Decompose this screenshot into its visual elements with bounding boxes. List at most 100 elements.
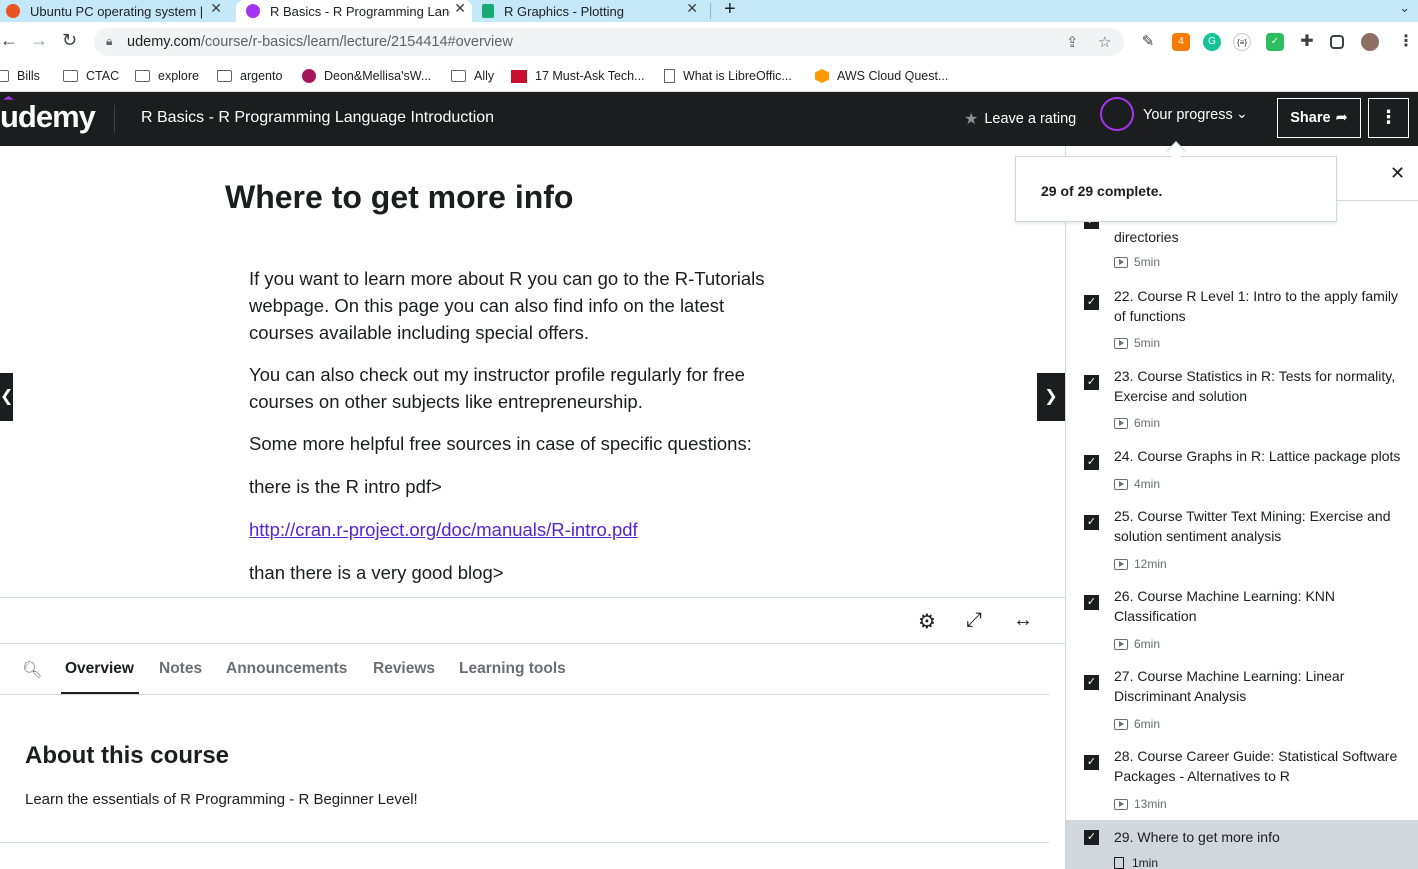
folder-icon [0, 70, 9, 82]
progress-complete-text: 29 of 29 complete. [1041, 183, 1163, 199]
bookmark-deon-mellisa[interactable]: Deon&Mellisa'sW... [302, 69, 431, 83]
course-title[interactable]: R Basics - R Programming Language Introd… [141, 109, 494, 127]
video-icon [1114, 718, 1128, 730]
share-label: Share [1290, 110, 1331, 126]
bookmark-explore[interactable]: explore [135, 69, 199, 83]
folder-icon [63, 70, 78, 82]
settings-gear-icon[interactable]: ⚙ [918, 609, 936, 634]
tab-overview[interactable]: Overview [65, 660, 134, 678]
checkbox-checked[interactable]: ✓ [1084, 515, 1099, 530]
tab-announcements[interactable]: Announcements [226, 660, 347, 678]
your-progress-button[interactable]: Your progress [1143, 107, 1233, 123]
search-icon[interactable]: 🔍︎ [22, 660, 42, 680]
curriculum-item-22[interactable]: ✓ 22. Course R Level 1: Intro to the app… [1066, 286, 1418, 366]
bookmark-17-must-ask[interactable]: 17 Must-Ask Tech... [511, 69, 645, 83]
item-title: 29. Where to get more info [1114, 829, 1280, 845]
item-duration: 6min [1114, 416, 1160, 430]
checkbox-checked[interactable]: ✓ [1084, 295, 1099, 310]
checkbox-checked[interactable]: ✓ [1084, 375, 1099, 390]
lecture-paragraph: there is the R intro pdf> [249, 476, 442, 497]
udemy-logo[interactable]: udemy [0, 99, 96, 135]
extension-badge-icon[interactable]: 4 [1172, 33, 1190, 51]
bookmark-star-icon[interactable]: ☆ [1098, 33, 1111, 51]
lock-icon: 🔒︎ [106, 34, 113, 48]
more-options-button[interactable]: ⋮ [1368, 98, 1409, 138]
curriculum-item-28[interactable]: ✓ 28. Course Career Guide: Statistical S… [1066, 746, 1418, 826]
checkbox-checked[interactable]: ✓ [1084, 455, 1099, 470]
chevron-down-icon[interactable]: ⌄ [1236, 105, 1248, 122]
bookmark-argento[interactable]: argento [217, 69, 282, 83]
address-bar[interactable]: 🔒︎ udemy.com/course/r-basics/learn/lectu… [94, 28, 1124, 56]
item-duration: 6min [1114, 637, 1160, 651]
back-icon[interactable]: ← [0, 30, 18, 51]
item-title: 23. Course Statistics in R: Tests for no… [1114, 368, 1396, 404]
viewer-controls: ⚙ ⤢ ↔ [0, 598, 1065, 644]
tab-separator [710, 3, 711, 19]
about-text: Learn the essentials of R Programming - … [25, 791, 418, 808]
header-divider [114, 105, 115, 133]
curriculum-item-25[interactable]: ✓ 25. Course Twitter Text Mining: Exerci… [1066, 506, 1418, 586]
checkbox-checked[interactable]: ✓ [1084, 675, 1099, 690]
course-tabs: 🔍︎ Overview Notes Announcements Reviews … [0, 644, 1049, 695]
checkbox-checked[interactable]: ✓ [1084, 830, 1099, 845]
reload-icon[interactable]: ↻ [62, 30, 77, 51]
browser-menu-icon[interactable]: ⋮ [1398, 31, 1414, 51]
eyedropper-extension-icon[interactable]: ✎ [1139, 33, 1157, 51]
browser-tab-ubuntu[interactable]: Ubuntu PC operating system | ✕ [6, 0, 228, 22]
video-icon [1114, 256, 1128, 268]
close-sidebar-icon[interactable]: ✕ [1390, 163, 1405, 184]
green-extension-icon[interactable]: ✓ [1266, 33, 1284, 51]
bookmark-aws-cloud-quest[interactable]: AWS Cloud Quest... [815, 69, 948, 83]
share-arrow-icon: ➦ [1335, 110, 1348, 126]
bookmark-ally[interactable]: Ally [451, 69, 494, 83]
curriculum-item-23[interactable]: ✓ 23. Course Statistics in R: Tests for … [1066, 366, 1418, 446]
w3-favicon-icon [482, 4, 494, 18]
curriculum-item-27[interactable]: ✓ 27. Course Machine Learning: Linear Di… [1066, 666, 1418, 746]
lecture-viewer: Where to get more info If you want to le… [0, 146, 1065, 598]
tab-reviews[interactable]: Reviews [373, 660, 435, 678]
rh-favicon-icon [511, 69, 527, 83]
item-title: 27. Course Machine Learning: Linear Disc… [1114, 668, 1345, 704]
extensions-puzzle-icon[interactable]: ✚ [1298, 33, 1316, 51]
tab-title: R Graphics - Plotting [504, 3, 624, 19]
new-tab-icon[interactable]: + [724, 0, 736, 21]
divider [0, 842, 1049, 843]
forward-icon[interactable]: → [30, 30, 48, 51]
curriculum-item-29-current[interactable]: ✓ 29. Where to get more info 1min [1066, 820, 1418, 869]
tab-learning-tools[interactable]: Learning tools [459, 660, 566, 678]
progress-ring-icon[interactable] [1100, 97, 1134, 131]
item-title: 24. Course Graphs in R: Lattice package … [1114, 448, 1401, 464]
fullscreen-icon[interactable]: ⤢ [966, 609, 982, 632]
video-icon [1114, 417, 1128, 429]
video-icon [1114, 337, 1128, 349]
folder-icon [451, 70, 466, 82]
close-tab-icon[interactable]: ✕ [210, 0, 222, 17]
expand-width-icon[interactable]: ↔ [1013, 609, 1033, 632]
share-button[interactable]: Share ➦ [1277, 98, 1361, 138]
close-tab-icon[interactable]: ✕ [454, 0, 466, 17]
close-tab-icon[interactable]: ✕ [686, 0, 698, 17]
curriculum-item-26[interactable]: ✓ 26. Course Machine Learning: KNN Class… [1066, 586, 1418, 666]
item-duration: 4min [1114, 477, 1160, 491]
bookmark-libreoffice[interactable]: What is LibreOffic... [664, 69, 792, 83]
leave-rating-button[interactable]: ★ Leave a rating [964, 109, 1076, 129]
video-icon [1114, 638, 1128, 650]
bookmark-bills[interactable]: Bills [0, 69, 40, 83]
tab-notes[interactable]: Notes [159, 660, 202, 678]
checkbox-checked[interactable]: ✓ [1084, 595, 1099, 610]
share-page-icon[interactable]: ⇪ [1066, 33, 1079, 51]
bookmark-ctac[interactable]: CTAC [63, 69, 119, 83]
json-extension-icon[interactable]: {≡} [1233, 33, 1251, 51]
next-lecture-arrow-icon[interactable]: ❯ [1037, 373, 1065, 421]
grammarly-icon[interactable]: G [1203, 33, 1221, 51]
browser-tab-r-basics[interactable]: R Basics - R Programming Lang ✕ [236, 0, 472, 22]
side-panel-icon[interactable] [1330, 35, 1344, 49]
tab-search-chevron-icon[interactable]: ⌄ [1399, 0, 1410, 16]
checkbox-checked[interactable]: ✓ [1084, 755, 1099, 770]
browser-tab-r-graphics[interactable]: R Graphics - Plotting ✕ [482, 0, 704, 22]
r-intro-pdf-link[interactable]: http://cran.r-project.org/doc/manuals/R-… [249, 519, 638, 540]
bookmarks-bar: Bills CTAC explore argento Deon&Mellisa'… [0, 62, 1418, 92]
previous-lecture-arrow-icon[interactable]: ❮ [0, 373, 13, 421]
profile-avatar-icon[interactable] [1361, 33, 1379, 51]
leave-rating-label: Leave a rating [984, 111, 1077, 127]
